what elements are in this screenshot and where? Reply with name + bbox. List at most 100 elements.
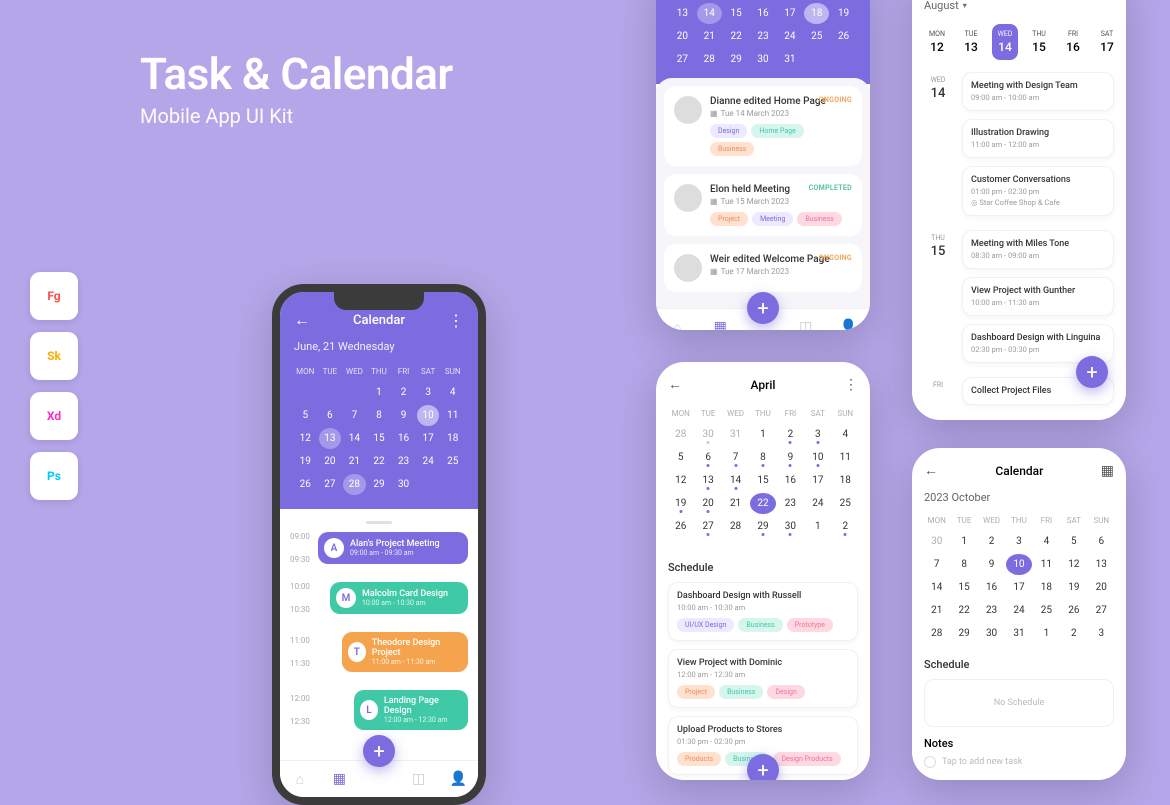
calendar-day[interactable]: 1	[1034, 623, 1059, 644]
calendar-day[interactable]: 27	[670, 49, 695, 70]
day-pill[interactable]: SAT17	[1094, 24, 1120, 60]
nav-tasks-icon[interactable]: ◫	[796, 317, 816, 330]
calendar-icon[interactable]: ▦	[1101, 463, 1114, 479]
calendar-day[interactable]: 1	[750, 424, 775, 445]
calendar-day[interactable]: 14	[343, 428, 366, 449]
nav-home-icon[interactable]: ⌂	[290, 769, 310, 789]
schedule-card[interactable]: View Project with Dominic12:00 am - 12:3…	[668, 649, 858, 708]
calendar-day[interactable]: 2	[778, 424, 803, 445]
calendar-day[interactable]: 1	[368, 382, 391, 403]
calendar-day[interactable]: 15	[951, 577, 976, 598]
back-icon[interactable]: ←	[668, 376, 682, 393]
tag[interactable]: Business	[797, 212, 841, 226]
calendar-day[interactable]: 21	[924, 600, 949, 621]
agenda-item[interactable]: Customer Conversations01:00 pm - 02:30 p…	[962, 166, 1114, 216]
calendar-day[interactable]: 10	[417, 405, 440, 426]
calendar-day[interactable]: 9	[751, 0, 776, 1]
calendar-day[interactable]: 16	[778, 470, 803, 491]
calendar-day[interactable]: 27	[1089, 600, 1114, 621]
calendar-day[interactable]: 25	[804, 26, 829, 47]
timeline-event[interactable]: TTheodore Design Project11:00 am - 11:30…	[342, 632, 468, 672]
calendar-day[interactable]: 29	[368, 474, 391, 495]
checkbox-icon[interactable]	[924, 756, 936, 768]
calendar-day[interactable]: 11	[804, 0, 829, 1]
calendar-day[interactable]: 25	[1034, 600, 1059, 621]
timeline-event[interactable]: AAlan's Project Meeting09:00 am - 09:30 …	[318, 532, 468, 564]
calendar-day[interactable]: 31	[777, 49, 802, 70]
timeline-event[interactable]: LLanding Page Design12:00 am - 12:30 am	[354, 690, 468, 730]
calendar-day[interactable]: 17	[417, 428, 440, 449]
calendar-day[interactable]: 24	[777, 26, 802, 47]
calendar-day[interactable]: 3	[1006, 531, 1031, 552]
calendar-day[interactable]: 3	[1089, 623, 1114, 644]
calendar-day[interactable]: 30	[979, 623, 1004, 644]
calendar-day[interactable]: 27	[695, 516, 720, 537]
calendar-day[interactable]: 28	[343, 474, 366, 495]
calendar-day[interactable]: 21	[723, 493, 748, 514]
calendar-day[interactable]: 2	[979, 531, 1004, 552]
calendar-day[interactable]: 4	[1034, 531, 1059, 552]
calendar-day[interactable]: 8	[724, 0, 749, 1]
calendar-day[interactable]: 17	[1006, 577, 1031, 598]
tag[interactable]: Design	[767, 685, 804, 699]
calendar-day[interactable]: 13	[319, 428, 342, 449]
more-icon[interactable]: ⋮	[448, 311, 464, 330]
nav-home-icon[interactable]: ⌂	[667, 317, 687, 330]
tag[interactable]: Project	[710, 212, 748, 226]
calendar-day[interactable]: 28	[924, 623, 949, 644]
tag[interactable]: Design	[710, 124, 747, 138]
calendar-day[interactable]: 26	[294, 474, 317, 495]
calendar-day[interactable]: 18	[804, 3, 829, 24]
calendar-day[interactable]: 30	[924, 531, 949, 552]
tag[interactable]: Meeting	[752, 212, 793, 226]
day-pill[interactable]: TUE13	[958, 24, 984, 60]
calendar-day[interactable]: 19	[831, 3, 856, 24]
add-fab[interactable]: +	[1076, 356, 1108, 388]
calendar-day[interactable]: 10	[777, 0, 802, 1]
calendar-day[interactable]: 17	[777, 3, 802, 24]
day-pill[interactable]: MON12	[924, 24, 950, 60]
calendar-day[interactable]: 18	[833, 470, 858, 491]
calendar-day[interactable]: 3	[805, 424, 830, 445]
tag[interactable]: Products	[677, 752, 721, 766]
calendar-day[interactable]: 14	[924, 577, 949, 598]
calendar-day[interactable]: 23	[751, 26, 776, 47]
calendar-day[interactable]: 2	[1061, 623, 1086, 644]
calendar-day[interactable]: 12	[1061, 554, 1086, 575]
tag[interactable]: UI/UX Design	[677, 618, 734, 632]
calendar-day[interactable]: 26	[831, 26, 856, 47]
calendar-day[interactable]: 23	[392, 451, 415, 472]
calendar-day[interactable]: 27	[319, 474, 342, 495]
calendar-day[interactable]: 20	[319, 451, 342, 472]
calendar-day[interactable]: 22	[951, 600, 976, 621]
calendar-day[interactable]: 6	[695, 447, 720, 468]
calendar-day[interactable]: 30	[778, 516, 803, 537]
calendar-day[interactable]: 13	[695, 470, 720, 491]
calendar-day[interactable]: 9	[979, 554, 1004, 575]
calendar-day[interactable]: 1	[951, 531, 976, 552]
calendar-day[interactable]: 12	[831, 0, 856, 1]
note-input[interactable]: Tap to add new task	[924, 756, 1114, 768]
tag[interactable]: Business	[719, 685, 763, 699]
calendar-day[interactable]: 8	[951, 554, 976, 575]
calendar-day[interactable]: 16	[751, 3, 776, 24]
calendar-day[interactable]: 30	[751, 49, 776, 70]
calendar-day[interactable]: 16	[392, 428, 415, 449]
calendar-day[interactable]: 4	[833, 424, 858, 445]
calendar-day[interactable]: 13	[670, 3, 695, 24]
calendar-day[interactable]: 9	[392, 405, 415, 426]
calendar-day[interactable]: 20	[1089, 577, 1114, 598]
day-pill[interactable]: THU15	[1026, 24, 1052, 60]
calendar-day[interactable]: 30	[695, 424, 720, 445]
calendar-day[interactable]: 23	[979, 600, 1004, 621]
nav-profile-icon[interactable]: 👤	[839, 317, 859, 330]
nav-tasks-icon[interactable]: ◫	[409, 769, 429, 789]
calendar-day[interactable]: 14	[697, 3, 722, 24]
calendar-day[interactable]: 23	[778, 493, 803, 514]
calendar-day[interactable]: 13	[1089, 554, 1114, 575]
calendar-day[interactable]: 28	[697, 49, 722, 70]
calendar-day[interactable]: 21	[697, 26, 722, 47]
calendar-day[interactable]: 24	[417, 451, 440, 472]
timeline-event[interactable]: MMalcolm Card Design10:00 am - 10:30 am	[330, 582, 468, 614]
calendar-day[interactable]: 2	[833, 516, 858, 537]
